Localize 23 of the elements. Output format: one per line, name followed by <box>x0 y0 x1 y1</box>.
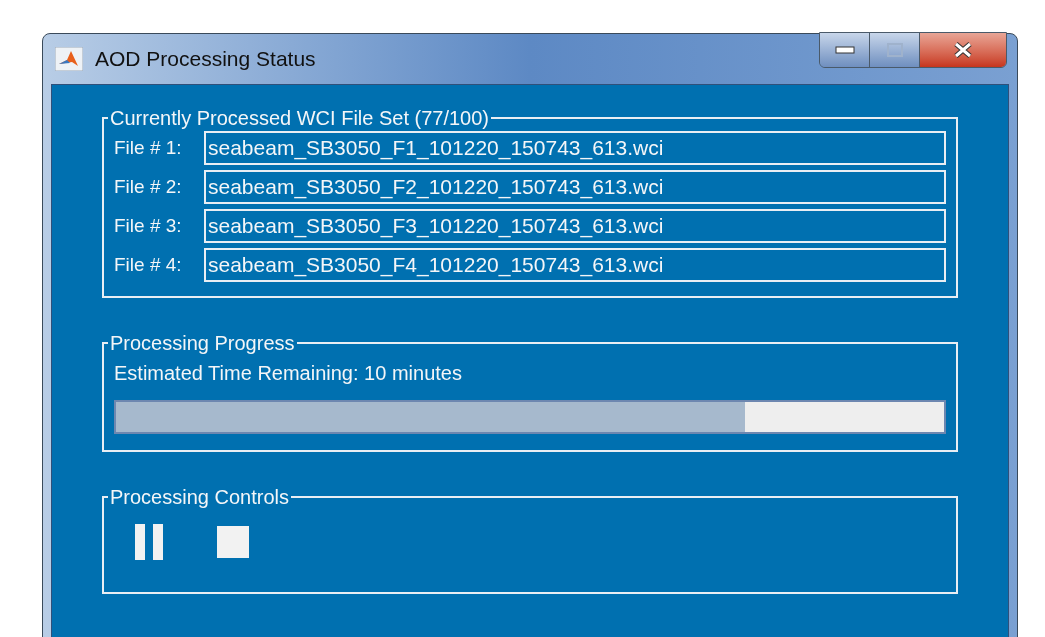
pause-button[interactable] <box>134 524 166 560</box>
stop-button[interactable] <box>216 525 250 559</box>
close-button[interactable] <box>920 33 1006 67</box>
status-text: Estimated Time Remaining: 10 minutes <box>114 361 463 386</box>
minimize-button[interactable] <box>820 33 870 67</box>
close-icon <box>954 42 972 58</box>
file-name-field: seabeam_SB3050_F2_101220_150743_613.wci <box>204 170 946 204</box>
file-name-field: seabeam_SB3050_F3_101220_150743_613.wci <box>204 209 946 243</box>
window-title: AOD Processing Status <box>95 46 316 73</box>
file-label: File # 1: <box>114 135 183 160</box>
stop-icon <box>217 526 249 558</box>
group-title: Processing Controls <box>109 486 290 508</box>
minimize-icon <box>834 46 855 54</box>
pause-icon <box>135 524 165 560</box>
maximize-icon <box>886 43 903 57</box>
app-logo-icon <box>55 47 83 71</box>
file-name-field: seabeam_SB3050_F1_101220_150743_613.wci <box>204 131 946 165</box>
file-name-field: seabeam_SB3050_F4_101220_150743_613.wci <box>204 248 946 282</box>
group-title: Currently Processed WCI File Set (77/100) <box>109 107 491 129</box>
file-label: File # 2: <box>114 174 183 199</box>
group-title: Processing Progress <box>109 332 296 354</box>
file-label: File # 4: <box>114 252 183 277</box>
file-label: File # 3: <box>114 213 183 238</box>
